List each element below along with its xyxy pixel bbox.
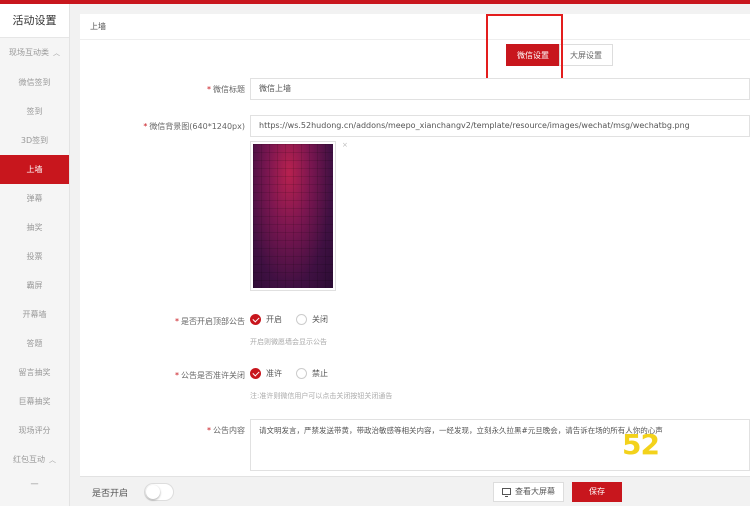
sidebar-group-live[interactable]: 现场互动类 ︿ xyxy=(0,38,69,68)
close-allow-radio[interactable] xyxy=(250,368,261,379)
sidebar-group-label: 现场互动类 xyxy=(9,48,49,57)
toggle-knob xyxy=(146,485,160,499)
sidebar-group-label: 红包互动 xyxy=(13,455,45,464)
watermark-logo: 52 xyxy=(622,428,660,461)
close-forbid-radio[interactable] xyxy=(296,368,307,379)
sidebar-item-wall[interactable]: 上墙 xyxy=(0,155,69,184)
sidebar-item-message-lottery[interactable]: 留言抽奖 xyxy=(0,358,69,387)
top-accent-bar xyxy=(0,0,750,4)
sidebar-group-redpacket[interactable]: 红包互动 ︿ xyxy=(0,445,69,475)
enable-toggle[interactable] xyxy=(144,483,174,501)
notice-off-radio[interactable] xyxy=(296,314,307,325)
title-input[interactable]: 微信上墙 xyxy=(250,78,750,100)
tab-screen-settings[interactable]: 大屏设置 xyxy=(559,44,613,66)
notice-on-radio[interactable] xyxy=(250,314,261,325)
page-title: 上墙 xyxy=(80,14,750,40)
save-button[interactable]: 保存 xyxy=(572,482,622,502)
enable-label: 是否开启 xyxy=(92,489,129,499)
content-textarea[interactable]: 请文明发言，严禁发送带黄，带政治敏感等相关内容，一经发现，立刻永久拉黑#元旦晚会… xyxy=(250,419,750,471)
sidebar: 活动设置 现场互动类 ︿ 微信签到 签到 3D签到 上墙 弹幕 抽奖 投票 霸屏 … xyxy=(0,4,70,506)
notice-hint: 开启则微愿墙会显示公告 xyxy=(250,338,327,346)
sidebar-item-wechat-signin[interactable]: 微信签到 xyxy=(0,68,69,97)
notice-on-label: 开启 xyxy=(266,315,282,324)
sidebar-item-giant-lottery[interactable]: 巨幕抽奖 xyxy=(0,387,69,416)
bg-image-preview xyxy=(250,141,336,291)
view-screen-label: 查看大屏幕 xyxy=(515,487,555,496)
close-allow-label: 准许 xyxy=(266,369,282,378)
sidebar-item-lottery[interactable]: 抽奖 xyxy=(0,213,69,242)
sidebar-item-vote[interactable]: 投票 xyxy=(0,242,69,271)
content-label: * 公告内容 xyxy=(207,426,245,435)
view-screen-button[interactable]: 查看大屏幕 xyxy=(493,482,564,502)
sidebar-item-dominate-screen[interactable]: 霸屏 xyxy=(0,271,69,300)
close-hint: 注:准许则微信用户可以点击关闭按钮关闭通告 xyxy=(250,392,393,400)
tab-wechat-settings[interactable]: 微信设置 xyxy=(506,44,560,66)
bottom-bar: 是否开启 查看大屏幕 保存 xyxy=(80,476,750,506)
sidebar-item-3d-signin[interactable]: 3D签到 xyxy=(0,126,69,155)
close-label: * 公告是否准许关闭 xyxy=(175,371,245,380)
bg-image-label: * 微信背景图(640*1240px) xyxy=(143,122,245,131)
chevron-up-icon: ︿ xyxy=(53,49,60,57)
sidebar-title: 活动设置 xyxy=(0,4,69,38)
bg-image xyxy=(253,144,333,288)
monitor-icon xyxy=(502,488,511,497)
sidebar-item-danmaku[interactable]: 弹幕 xyxy=(0,184,69,213)
sidebar-item-quiz[interactable]: 答题 xyxy=(0,329,69,358)
title-label: * 微信标题 xyxy=(207,85,245,94)
main-panel: 上墙 微信设置 大屏设置 * 微信标题 微信上墙 * 微信背景图(640*1240p… xyxy=(80,14,750,506)
notice-radio-group: 开启 关闭 xyxy=(250,314,342,325)
close-forbid-label: 禁止 xyxy=(312,369,328,378)
sidebar-item-live-rating[interactable]: 现场评分 xyxy=(0,416,69,445)
chevron-up-icon: ︿ xyxy=(49,456,56,464)
bg-image-url-input[interactable]: https://ws.52hudong.cn/addons/meepo_xian… xyxy=(250,115,750,137)
remove-image-icon[interactable]: × xyxy=(342,141,348,149)
sidebar-more: 一 xyxy=(30,480,39,489)
sidebar-item-opening-wall[interactable]: 开幕墙 xyxy=(0,300,69,329)
notice-off-label: 关闭 xyxy=(312,315,328,324)
notice-label: * 是否开启顶部公告 xyxy=(175,317,245,326)
sidebar-item-signin[interactable]: 签到 xyxy=(0,97,69,126)
close-radio-group: 准许 禁止 xyxy=(250,368,342,379)
